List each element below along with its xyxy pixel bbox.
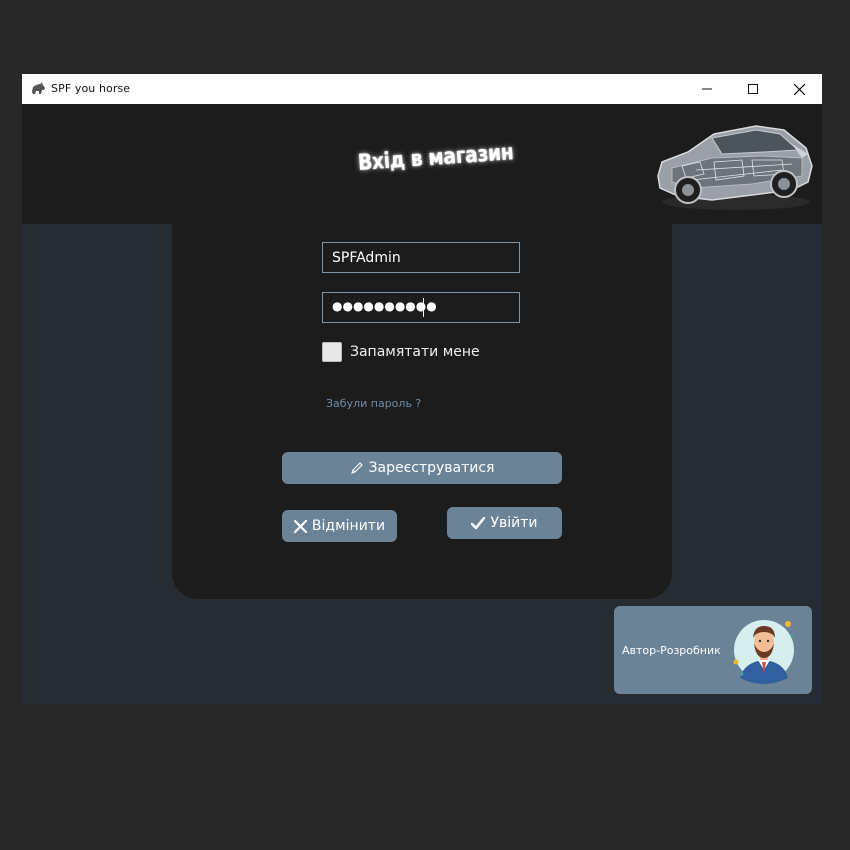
header-banner: Вхід в магазин bbox=[22, 104, 822, 224]
minimize-icon bbox=[702, 88, 712, 90]
minimize-button[interactable] bbox=[684, 74, 730, 104]
horse-app-icon bbox=[32, 82, 45, 94]
text-caret bbox=[423, 298, 424, 317]
maximize-button[interactable] bbox=[730, 74, 776, 104]
password-input[interactable]: ●●●●●●●●●● bbox=[322, 292, 520, 323]
register-label: Зареєструватися bbox=[368, 460, 495, 476]
app-window: SPF you horse Вхід в магазин SPFAdmin ●●… bbox=[22, 74, 822, 704]
author-card[interactable]: Автор-Розробник bbox=[614, 606, 812, 694]
username-value: SPFAdmin bbox=[332, 250, 401, 266]
username-input[interactable]: SPFAdmin bbox=[322, 242, 520, 273]
maximize-icon bbox=[748, 84, 758, 94]
title-bar[interactable]: SPF you horse bbox=[22, 74, 822, 104]
login-button[interactable]: Увійти bbox=[447, 507, 562, 539]
close-button[interactable] bbox=[776, 74, 822, 104]
forgot-password-link[interactable]: Забули пароль ? bbox=[326, 397, 421, 410]
close-icon bbox=[793, 83, 805, 95]
cancel-label: Відмінити bbox=[311, 518, 386, 534]
cancel-button[interactable]: Відмінити bbox=[282, 510, 397, 542]
window-title: SPF you horse bbox=[51, 82, 131, 95]
author-label: Автор-Розробник bbox=[622, 644, 721, 657]
checkmark-icon bbox=[471, 516, 486, 529]
remember-me-label[interactable]: Запамятати мене bbox=[350, 344, 480, 360]
page-title: Вхід в магазин bbox=[357, 140, 515, 176]
remember-me-checkbox[interactable] bbox=[322, 342, 342, 362]
pencil-icon bbox=[350, 462, 363, 474]
register-button[interactable]: Зареєструватися bbox=[282, 452, 562, 484]
developer-avatar bbox=[733, 620, 794, 684]
login-label: Увійти bbox=[490, 515, 538, 531]
car-cutaway-image bbox=[657, 125, 813, 210]
password-value: ●●●●●●●●●● bbox=[332, 299, 437, 313]
login-card: SPFAdmin ●●●●●●●●●● Запамятати мене Забу… bbox=[172, 224, 672, 599]
x-icon bbox=[293, 519, 307, 533]
